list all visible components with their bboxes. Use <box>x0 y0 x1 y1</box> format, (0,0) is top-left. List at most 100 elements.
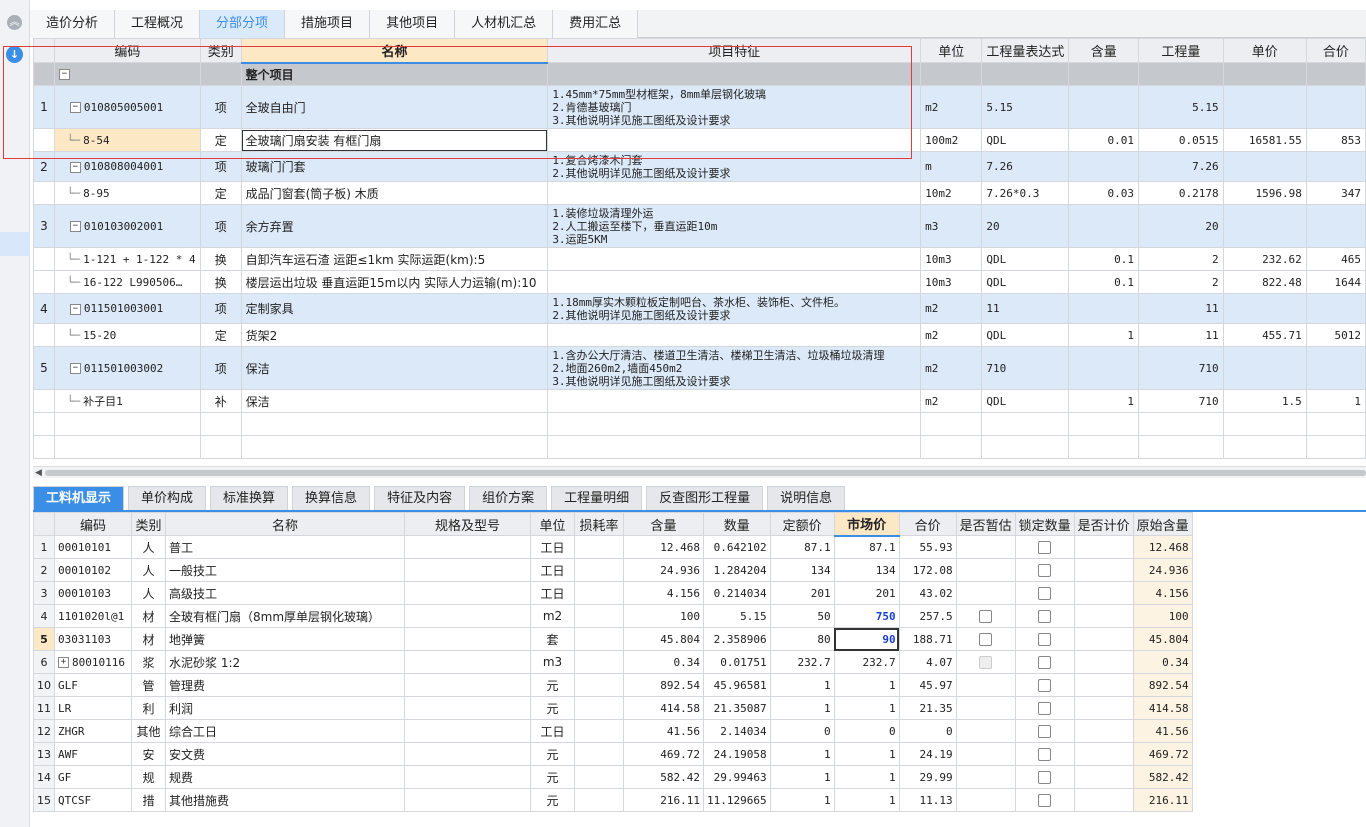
is-priced-cell[interactable] <box>1073 604 1134 628</box>
column-header[interactable]: 项目特征 <box>547 38 922 63</box>
market-price[interactable]: 1 <box>833 765 900 789</box>
content-ratio[interactable]: 0.03 <box>1068 181 1140 205</box>
item-name[interactable]: 玻璃门门套 <box>240 151 549 182</box>
column-header[interactable]: 工程量表达式 <box>981 38 1070 63</box>
checkbox[interactable] <box>1038 702 1052 715</box>
item-code[interactable]: └─ 15-20 <box>53 323 201 347</box>
checkbox[interactable] <box>1038 541 1052 554</box>
top-tab[interactable]: 措施项目 <box>285 10 371 38</box>
column-header[interactable]: 类别 <box>199 38 242 63</box>
resource-name[interactable]: 地弹簧 <box>165 627 405 651</box>
column-header[interactable]: 单位 <box>920 38 983 63</box>
table-row[interactable]: 10 GLF 管管理费元 892.54 45.96581 1 1 45.97 892.54 <box>33 673 1193 697</box>
item-name[interactable]: 全玻璃门扇安装 有框门扇 <box>240 128 549 152</box>
checkbox-cell[interactable] <box>1014 673 1075 697</box>
table-row[interactable]: 11 LR 利利润元 414.58 21.35087 1 1 21.35 414.58 <box>33 696 1193 720</box>
content-ratio[interactable]: 0.34 <box>623 650 704 674</box>
item-code[interactable]: − <box>53 62 201 86</box>
checkbox-cell[interactable] <box>1014 650 1075 674</box>
resource-spec[interactable] <box>404 604 531 628</box>
table-row[interactable]: └─ 16-122 L990506… 换楼层运出垃圾 垂直运距15m以内 实际人力运… <box>33 270 1366 294</box>
resource-code[interactable]: +80010116 <box>54 650 132 674</box>
item-code[interactable]: −011501003002 <box>53 346 201 390</box>
quantity-expression[interactable]: 7.26 <box>981 151 1070 182</box>
content-ratio[interactable]: 582.42 <box>623 765 704 789</box>
resource-spec[interactable] <box>404 558 531 582</box>
loss-rate[interactable] <box>574 581 624 605</box>
resource-quantity[interactable]: 45.96581 <box>703 673 771 697</box>
is-priced-cell[interactable] <box>1073 765 1134 789</box>
loss-rate[interactable] <box>574 650 624 674</box>
checkbox-cell[interactable] <box>955 627 1016 651</box>
checkbox[interactable] <box>1038 564 1052 577</box>
scrollbar-thumb[interactable] <box>45 470 1366 476</box>
checkbox-cell[interactable] <box>955 604 1016 628</box>
quantity[interactable]: 0.2178 <box>1138 181 1224 205</box>
collapse-icon[interactable]: − <box>69 102 81 113</box>
item-features[interactable] <box>547 128 922 152</box>
table-row[interactable]: 4−011501003001 项定制家具 1.18mm厚实木颗粒板定制吧台、茶水柜、… <box>33 293 1366 324</box>
content-ratio[interactable]: 0.01 <box>1068 128 1140 152</box>
quantity-expression[interactable]: QDL <box>981 247 1070 271</box>
column-header[interactable]: 含量 <box>623 512 704 536</box>
table-row[interactable]: └─ 补子目1 补保洁 m2 QDL 1 710 1.5 1 <box>33 389 1366 413</box>
download-icon[interactable]: ↓ <box>6 46 23 63</box>
checkbox[interactable] <box>1038 748 1052 761</box>
is-priced-cell[interactable] <box>1073 788 1134 812</box>
loss-rate[interactable] <box>574 535 624 559</box>
column-header[interactable]: 名称 <box>165 512 405 536</box>
resource-spec[interactable] <box>404 765 531 789</box>
table-row[interactable]: └─ 8-54 定全玻璃门扇安装 有框门扇 100m2 QDL 0.01 0.0515 165… <box>33 128 1366 152</box>
checkbox[interactable] <box>1038 771 1052 784</box>
column-header[interactable]: 原始含量 <box>1132 512 1193 536</box>
table-row[interactable]: 6 +80010116 浆水泥砂浆 1:2 m3 0.34 0.01751 232.7 232… <box>33 650 1193 674</box>
loss-rate[interactable] <box>574 742 624 766</box>
top-tab[interactable]: 工程概况 <box>115 10 201 38</box>
content-ratio[interactable]: 892.54 <box>623 673 704 697</box>
item-name[interactable]: 楼层运出垃圾 垂直运距15m以内 实际人力运输(m):10 <box>240 270 549 294</box>
checkbox[interactable] <box>1038 587 1052 600</box>
bottom-tab[interactable]: 说明信息 <box>767 486 846 510</box>
resource-code[interactable]: GF <box>54 765 132 789</box>
item-code[interactable]: −011501003001 <box>53 293 201 324</box>
content-ratio[interactable]: 0.1 <box>1068 270 1140 294</box>
resource-name[interactable]: 管理费 <box>165 673 405 697</box>
content-ratio[interactable] <box>1068 62 1140 86</box>
item-features[interactable]: 1.18mm厚实木颗粒板定制吧台、茶水柜、装饰柜、文件柜。 2.其他说明详见施工… <box>547 293 922 324</box>
checkbox[interactable] <box>979 633 993 646</box>
loss-rate[interactable] <box>574 765 624 789</box>
resource-quantity[interactable]: 11.129665 <box>703 788 771 812</box>
resource-code[interactable]: 00010103 <box>54 581 132 605</box>
quantity-expression[interactable]: 7.26*0.3 <box>981 181 1070 205</box>
market-price[interactable]: 750 <box>833 604 900 628</box>
expand-icon[interactable]: + <box>58 657 69 668</box>
item-features[interactable] <box>547 247 922 271</box>
collapse-icon[interactable]: − <box>69 363 81 374</box>
content-ratio[interactable]: 4.156 <box>623 581 704 605</box>
item-name[interactable]: 货架2 <box>240 323 549 347</box>
market-price[interactable]: 1 <box>833 696 900 720</box>
loss-rate[interactable] <box>574 604 624 628</box>
resource-name[interactable]: 综合工日 <box>165 719 405 743</box>
column-header[interactable]: 编码 <box>53 38 201 63</box>
column-header[interactable]: 数量 <box>703 512 771 536</box>
collapse-icon[interactable]: − <box>58 69 70 80</box>
checkbox-cell[interactable] <box>1014 581 1075 605</box>
content-ratio[interactable]: 100 <box>623 604 704 628</box>
bottom-tab[interactable]: 换算信息 <box>292 486 371 510</box>
quantity-expression[interactable]: 11 <box>981 293 1070 324</box>
bottom-tab[interactable]: 工料机显示 <box>33 486 125 510</box>
is-priced-cell[interactable] <box>1073 650 1134 674</box>
market-price[interactable]: 87.1 <box>833 535 900 559</box>
resource-spec[interactable] <box>404 788 531 812</box>
item-code[interactable]: └─ 1-121 + 1-122 * 4 <box>53 247 201 271</box>
content-ratio[interactable]: 24.936 <box>623 558 704 582</box>
resource-code[interactable]: GLF <box>54 673 132 697</box>
item-code[interactable]: └─ 8-54 <box>53 128 201 152</box>
content-ratio[interactable]: 12.468 <box>623 535 704 559</box>
quantity-expression[interactable]: QDL <box>981 128 1070 152</box>
resource-quantity[interactable]: 0.642102 <box>703 535 771 559</box>
collapse-up-icon[interactable]: ︽ <box>7 15 22 30</box>
is-priced-cell[interactable] <box>1073 627 1134 651</box>
market-price[interactable]: 0 <box>833 719 900 743</box>
